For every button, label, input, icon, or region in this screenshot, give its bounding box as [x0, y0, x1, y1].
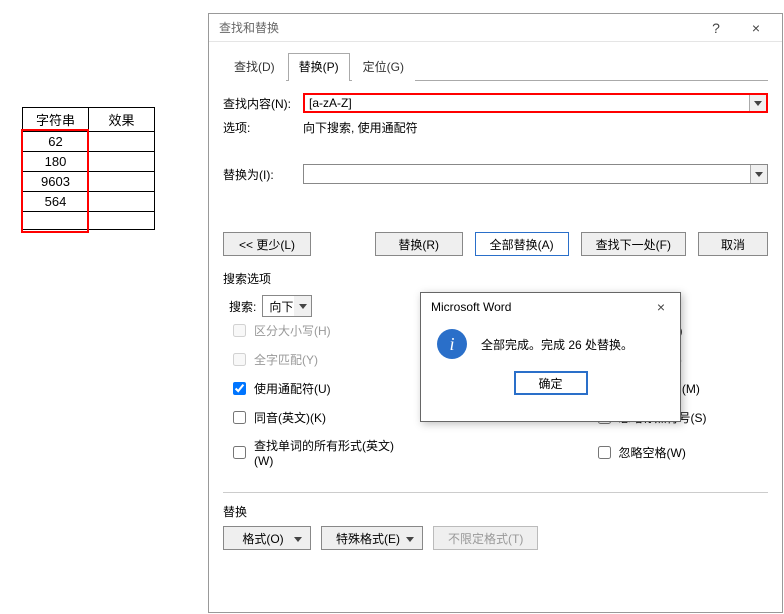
format-button[interactable]: 格式(O)	[223, 526, 311, 550]
message-text: 全部完成。完成 26 处替换。	[481, 336, 633, 353]
replace-with-input[interactable]	[303, 164, 768, 184]
replace-all-button[interactable]: 全部替换(A)	[475, 232, 569, 256]
find-what-label: 查找内容(N):	[223, 95, 299, 112]
chevron-down-icon	[755, 172, 763, 177]
dialog-title: 查找和替换	[219, 19, 279, 36]
message-close-button[interactable]: ×	[646, 293, 676, 321]
message-titlebar: Microsoft Word ×	[421, 293, 680, 321]
no-format-button: 不限定格式(T)	[433, 526, 538, 550]
options-value: 向下搜索, 使用通配符	[303, 119, 418, 136]
search-direction-label: 搜索:	[229, 298, 256, 315]
replace-with-label: 替换为(I):	[223, 166, 299, 183]
highlight-string-col	[21, 129, 89, 233]
help-button[interactable]: ?	[696, 14, 736, 41]
replace-legend: 替换	[223, 503, 768, 520]
all-forms-checkbox[interactable]: 查找单词的所有形式(英文)(W)	[229, 437, 404, 468]
special-format-button[interactable]: 特殊格式(E)	[321, 526, 423, 550]
chevron-down-icon	[754, 101, 762, 106]
tab-find[interactable]: 查找(D)	[223, 53, 286, 81]
replace-history-dropdown[interactable]	[750, 165, 767, 183]
divider	[223, 492, 768, 493]
find-what-value: [a-zA-Z]	[309, 96, 352, 110]
col-header-string: 字符串	[23, 108, 89, 132]
col-header-effect: 效果	[89, 108, 155, 132]
dialog-titlebar: 查找和替换 ? ×	[209, 14, 782, 42]
tabs: 查找(D) 替换(P) 定位(G)	[223, 52, 768, 81]
match-case-checkbox: 区分大小写(H)	[229, 321, 404, 340]
tab-replace[interactable]: 替换(P)	[288, 53, 350, 81]
close-button[interactable]: ×	[736, 14, 776, 41]
sounds-like-checkbox[interactable]: 同音(英文)(K)	[229, 408, 404, 427]
ok-button[interactable]: 确定	[514, 371, 588, 395]
select-dropdown[interactable]	[294, 296, 311, 316]
close-icon: ×	[657, 299, 665, 315]
replace-button[interactable]: 替换(R)	[375, 232, 463, 256]
less-button[interactable]: << 更少(L)	[223, 232, 311, 256]
search-direction-select[interactable]: 向下	[262, 295, 312, 317]
find-next-button[interactable]: 查找下一处(F)	[581, 232, 686, 256]
cancel-button[interactable]: 取消	[698, 232, 768, 256]
message-box: Microsoft Word × i 全部完成。完成 26 处替换。 确定	[420, 292, 681, 422]
chevron-down-icon	[299, 304, 307, 309]
whole-word-checkbox: 全字匹配(Y)	[229, 350, 404, 369]
close-icon: ×	[752, 20, 760, 36]
find-what-input[interactable]: [a-zA-Z]	[303, 93, 768, 113]
help-icon: ?	[712, 20, 720, 36]
message-title: Microsoft Word	[431, 300, 511, 314]
info-icon: i	[437, 329, 467, 359]
search-options-legend: 搜索选项	[223, 270, 768, 287]
tab-goto[interactable]: 定位(G)	[352, 53, 415, 81]
wildcards-checkbox[interactable]: 使用通配符(U)	[229, 379, 404, 398]
options-label: 选项:	[223, 119, 299, 136]
find-history-dropdown[interactable]	[749, 95, 766, 111]
ignore-space-checkbox[interactable]: 忽略空格(W)	[594, 437, 769, 468]
